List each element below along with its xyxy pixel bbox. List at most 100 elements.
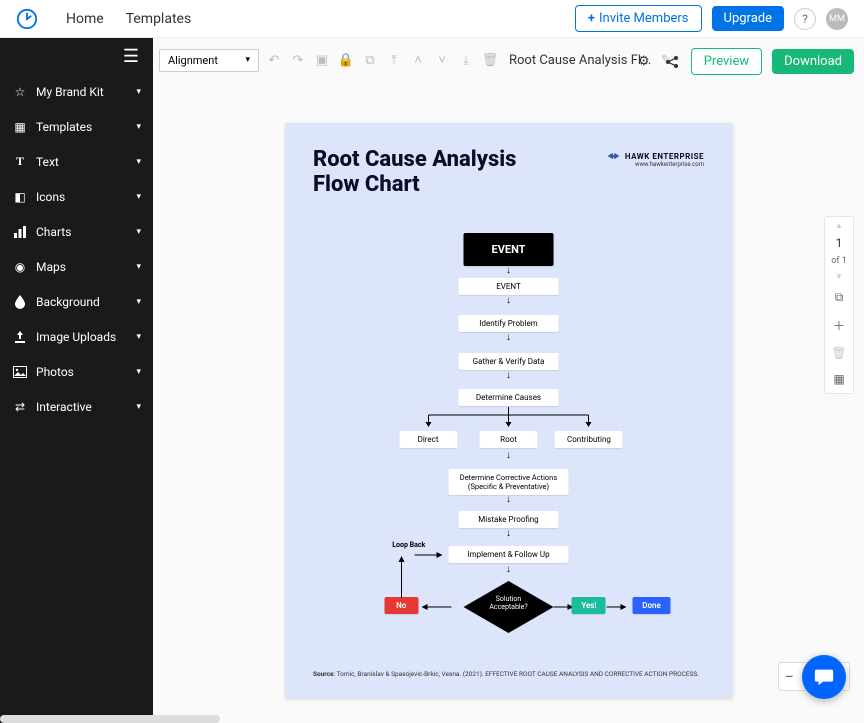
node-contributing: Contributing <box>555 431 623 448</box>
avatar[interactable]: MM <box>826 8 848 30</box>
nav-home[interactable]: Home <box>66 11 104 27</box>
text-icon: T <box>12 154 28 169</box>
chevron-down-icon: ▾ <box>136 87 141 97</box>
upload-icon <box>12 330 28 344</box>
alignment-dropdown[interactable]: Alignment ▾ <box>159 49 259 72</box>
send-back-icon[interactable]: ⤓ <box>457 51 475 69</box>
node-yes: Yes! <box>572 597 606 614</box>
chevron-down-icon: ▾ <box>136 122 141 132</box>
arrow-left-no <box>419 603 451 611</box>
invite-label: Invite Members <box>599 11 689 26</box>
add-page-icon[interactable]: ＋ <box>833 314 845 337</box>
canvas[interactable]: Root Cause Analysis Flow Chart HAWK ENTE… <box>285 123 732 698</box>
chevron-down-icon: ▾ <box>136 332 141 342</box>
delete-icon[interactable]: 🗑 <box>481 51 499 69</box>
source-citation: Source: Tomic, Branislav & Spasojevic-Br… <box>313 670 699 678</box>
interactive-icon: ⇄ <box>12 400 28 414</box>
node-no: No <box>384 597 418 614</box>
sidebar-item-label: My Brand Kit <box>36 85 104 99</box>
download-button[interactable]: Download <box>772 49 854 74</box>
chevron-down-icon: ▾ <box>136 262 141 272</box>
topbar: Home Templates + Invite Members Upgrade … <box>0 0 864 38</box>
page-navigator: ▲ 1 of 1 ▼ ⧉ ＋ 🗑 ▦ <box>824 216 854 394</box>
editor-area: Alignment ▾ ↶ ↷ ▣ 🔒 ⧉ ⤒ ˄ ˅ ⤓ 🗑 Root Caus… <box>153 38 864 723</box>
bring-front-icon[interactable]: ⤒ <box>385 51 403 69</box>
sidebar-item-text[interactable]: TText▾ <box>0 144 153 179</box>
hamburger-icon[interactable]: ☰ <box>0 38 153 74</box>
node-determine: Determine Causes <box>459 389 559 406</box>
chevron-down-icon: ▾ <box>245 55 250 65</box>
node-identify: Identify Problem <box>459 315 559 332</box>
sidebar-item-photos[interactable]: Photos▾ <box>0 354 153 389</box>
copy-icon[interactable]: ⧉ <box>361 51 379 69</box>
invite-members-button[interactable]: + Invite Members <box>575 5 702 32</box>
chevron-down-icon: ▾ <box>136 297 141 307</box>
chat-icon <box>813 666 835 688</box>
horizontal-scrollbar[interactable] <box>0 715 220 723</box>
node-root: Root <box>480 431 538 448</box>
help-button[interactable]: ? <box>794 8 816 30</box>
globe-icon: ◉ <box>12 260 28 274</box>
logo[interactable] <box>16 8 38 30</box>
sidebar-item-label: Templates <box>36 120 92 134</box>
sidebar-item-label: Background <box>36 295 100 309</box>
chevron-down-icon: ▾ <box>136 367 141 377</box>
page-down-icon[interactable]: ▼ <box>835 272 843 281</box>
brand-block: HAWK ENTERPRISE www.hawkenterprise.com <box>606 151 704 168</box>
loop-arrow-right <box>415 551 445 559</box>
forward-icon[interactable]: ˄ <box>409 51 427 69</box>
sidebar-item-label: Icons <box>36 190 65 204</box>
undo-icon[interactable]: ↶ <box>265 51 283 69</box>
node-direct: Direct <box>399 431 457 448</box>
nav-templates[interactable]: Templates <box>126 11 192 27</box>
share-icon[interactable] <box>663 53 681 71</box>
drop-icon <box>12 295 28 309</box>
document-title[interactable]: Root Cause Analysis Fl... <box>509 53 651 68</box>
lock-icon[interactable]: 🔒 <box>337 51 355 69</box>
sidebar-item-charts[interactable]: Charts▾ <box>0 214 153 249</box>
photo-icon <box>12 366 28 378</box>
backward-icon[interactable]: ˅ <box>433 51 451 69</box>
upgrade-button[interactable]: Upgrade <box>712 6 784 31</box>
sidebar-item-templates[interactable]: ▦ Templates ▾ <box>0 109 153 144</box>
templates-icon: ▦ <box>12 120 28 134</box>
grid-view-icon[interactable]: ▦ <box>833 369 844 389</box>
page-total: of 1 <box>831 256 847 266</box>
group-icon[interactable]: ▣ <box>313 51 331 69</box>
chevron-down-icon: ▾ <box>136 402 141 412</box>
preview-button[interactable]: Preview <box>691 48 762 75</box>
sidebar-item-uploads[interactable]: Image Uploads▾ <box>0 319 153 354</box>
sidebar-item-maps[interactable]: ◉ Maps ▾ <box>0 249 153 284</box>
sidebar-item-icons[interactable]: ◧ Icons ▾ <box>0 179 153 214</box>
node-done: Done <box>633 597 671 614</box>
chevron-down-icon: ▾ <box>136 157 141 167</box>
duplicate-page-icon[interactable]: ⧉ <box>835 287 844 308</box>
node-event: EVENT <box>459 278 559 295</box>
settings-icon[interactable]: ⚙ <box>635 53 653 71</box>
chevron-down-icon: ▾ <box>136 192 141 202</box>
sidebar-item-label: Maps <box>36 260 66 274</box>
plus-icon: + <box>588 11 595 26</box>
arrow-right-done <box>607 603 629 611</box>
delete-page-icon[interactable]: 🗑 <box>831 343 846 363</box>
page-current: 1 <box>836 236 843 250</box>
sidebar-item-brandkit[interactable]: ☆ My Brand Kit ▾ <box>0 74 153 109</box>
loop-arrow-up <box>396 554 406 598</box>
sidebar: ☰ ☆ My Brand Kit ▾ ▦ Templates ▾ TText▾ ◧ Ico… <box>0 38 153 723</box>
sidebar-item-background[interactable]: Background ▾ <box>0 284 153 319</box>
page-up-icon[interactable]: ▲ <box>835 221 843 230</box>
chat-button[interactable] <box>802 655 846 699</box>
hawk-logo-icon <box>606 151 622 161</box>
branch-connector <box>419 407 599 429</box>
node-gather: Gather & Verify Data <box>459 353 559 370</box>
loop-back-label: Loop Back <box>392 542 425 550</box>
decision-diamond: SolutionAcceptable? <box>464 581 554 637</box>
sidebar-item-interactive[interactable]: ⇄Interactive▾ <box>0 389 153 424</box>
node-corrective: Determine Corrective Actions (Specific &… <box>449 469 569 495</box>
shapes-icon: ◧ <box>12 190 28 204</box>
alignment-label: Alignment <box>168 54 218 67</box>
zoom-out-button[interactable]: − <box>785 667 794 686</box>
chevron-down-icon: ▾ <box>136 227 141 237</box>
redo-icon[interactable]: ↷ <box>289 51 307 69</box>
star-icon: ☆ <box>12 85 28 99</box>
